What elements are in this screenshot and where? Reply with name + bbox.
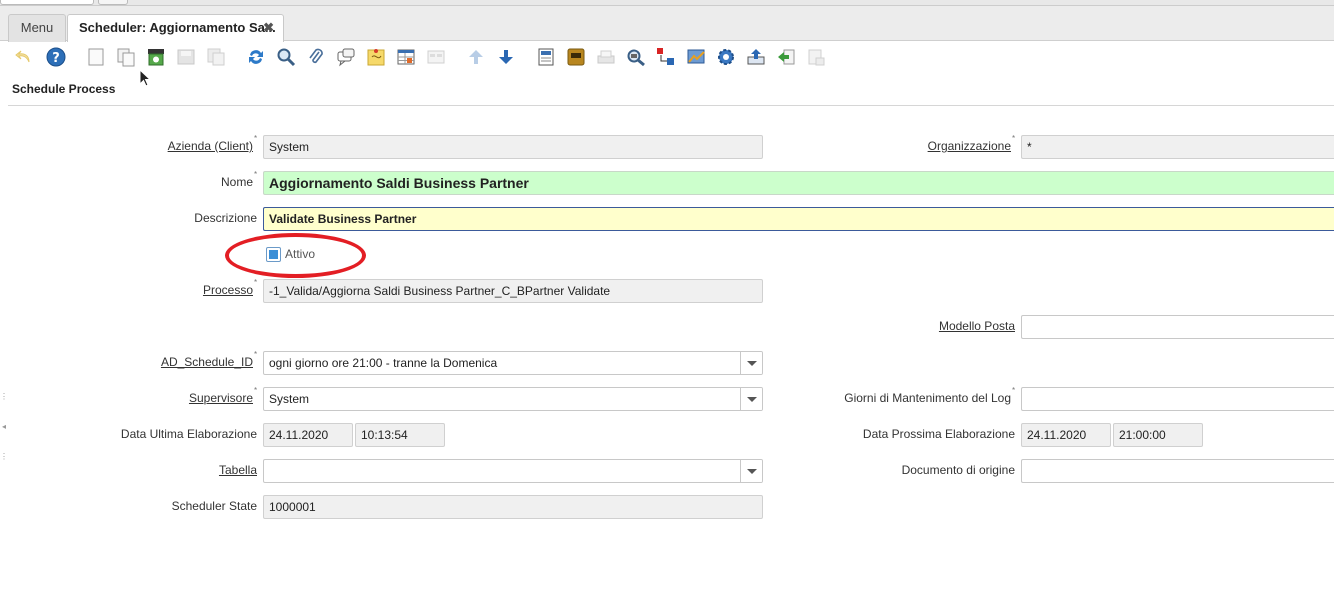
schedule-label[interactable]: AD_Schedule_ID — [100, 351, 253, 374]
table-label[interactable]: Tabella — [100, 459, 257, 482]
scheduler-state-label: Scheduler State — [171, 499, 257, 513]
splitter-handle[interactable]: ⋮ — [0, 392, 8, 401]
svg-text:?: ? — [52, 51, 60, 66]
undo-icon[interactable] — [13, 46, 35, 68]
keep-log-field[interactable] — [1021, 387, 1334, 411]
org-field[interactable]: * — [1021, 135, 1334, 159]
chevron-down-icon[interactable] — [740, 352, 762, 374]
save-new-icon[interactable] — [205, 46, 227, 68]
supervisor-dropdown[interactable]: System — [263, 387, 763, 411]
postit-icon[interactable] — [365, 46, 387, 68]
export-icon[interactable] — [745, 46, 767, 68]
import-icon[interactable] — [775, 46, 797, 68]
source-doc-label: Documento di origine — [901, 463, 1015, 477]
grid-toggle-icon[interactable] — [395, 46, 417, 68]
schedule-required-marker: * — [254, 350, 258, 359]
tab-scheduler-label: Scheduler: Aggiornamento Sa... — [79, 20, 276, 35]
toolbar: ? — [0, 42, 1334, 76]
schedule-dropdown[interactable]: ogni giorno ore 21:00 - tranne la Domeni… — [263, 351, 763, 375]
client-label[interactable]: Azienda (Client) — [100, 135, 253, 158]
new-record-icon[interactable] — [85, 46, 107, 68]
name-label: Nome — [220, 175, 253, 189]
chat-icon[interactable] — [335, 46, 357, 68]
attachment-icon[interactable] — [305, 46, 327, 68]
client-field[interactable]: System — [263, 135, 763, 159]
top-strip-tab-b — [98, 0, 128, 5]
next-run-label: Data Prossima Elaborazione — [862, 427, 1015, 441]
next-run-time-field[interactable]: 21:00:00 — [1113, 423, 1203, 447]
close-icon[interactable]: ✖ — [263, 15, 274, 41]
quick-form-icon[interactable] — [805, 46, 827, 68]
keep-log-required-marker: * — [1012, 386, 1016, 395]
prev-record-icon[interactable] — [465, 46, 487, 68]
org-required-marker: * — [1012, 134, 1016, 143]
process-required-marker: * — [254, 278, 258, 287]
active-workflows-icon[interactable] — [655, 46, 677, 68]
report-icon[interactable] — [535, 46, 557, 68]
source-doc-field[interactable] — [1021, 459, 1334, 483]
supervisor-dropdown-value: System — [269, 392, 310, 406]
refresh-icon[interactable] — [245, 46, 267, 68]
scheduler-state-field[interactable]: 1000001 — [263, 495, 763, 519]
mouse-cursor-icon — [139, 68, 152, 90]
zoom-across-icon[interactable] — [625, 46, 647, 68]
supervisor-required-marker: * — [254, 386, 258, 395]
last-run-date-field[interactable]: 24.11.2020 — [263, 423, 353, 447]
chevron-down-icon[interactable] — [740, 388, 762, 410]
name-required-marker: * — [254, 170, 258, 179]
red-annotation-ellipse — [225, 233, 366, 278]
top-strip-tab-a — [0, 0, 94, 5]
save-icon[interactable] — [175, 46, 197, 68]
next-run-date-field[interactable]: 24.11.2020 — [1021, 423, 1111, 447]
mail-template-label[interactable]: Modello Posta — [860, 315, 1015, 338]
keep-log-label: Giorni di Mantenimento del Log — [844, 391, 1011, 405]
tab-bar: Menu Scheduler: Aggiornamento Sa... ✖ — [0, 6, 1334, 42]
mail-template-field[interactable] — [1021, 315, 1334, 339]
help-icon[interactable]: ? — [45, 46, 67, 68]
last-run-time-field[interactable]: 10:13:54 — [355, 423, 445, 447]
process-field[interactable]: -1_Valida/Aggiorna Saldi Business Partne… — [263, 279, 763, 303]
tab-scheduler[interactable]: Scheduler: Aggiornamento Sa... ✖ — [67, 14, 284, 42]
table-dropdown[interactable] — [263, 459, 763, 483]
detail-icon[interactable] — [425, 46, 447, 68]
process-gear-icon[interactable] — [715, 46, 737, 68]
last-run-label: Data Ultima Elaborazione — [120, 427, 257, 441]
process-label[interactable]: Processo — [100, 279, 253, 302]
description-label: Descrizione — [194, 211, 257, 225]
print-icon[interactable] — [595, 46, 617, 68]
chevron-down-icon[interactable] — [740, 460, 762, 482]
tab-menu[interactable]: Menu — [8, 14, 66, 42]
requests-icon[interactable] — [685, 46, 707, 68]
archive-icon[interactable] — [145, 46, 167, 68]
page-title: Schedule Process — [12, 82, 116, 96]
name-field[interactable]: Aggiornamento Saldi Business Partner — [263, 171, 1334, 195]
org-label[interactable]: Organizzazione — [860, 135, 1011, 158]
copy-record-icon[interactable] — [115, 46, 137, 68]
title-separator — [8, 105, 1334, 106]
archived-docs-icon[interactable] — [565, 46, 587, 68]
schedule-dropdown-value: ogni giorno ore 21:00 - tranne la Domeni… — [269, 356, 498, 370]
description-field[interactable]: Validate Business Partner — [263, 207, 1334, 231]
next-record-icon[interactable] — [495, 46, 517, 68]
supervisor-label[interactable]: Supervisore — [100, 387, 253, 410]
client-required-marker: * — [254, 134, 258, 143]
splitter-handle[interactable]: ⋮ — [0, 452, 8, 461]
collapse-left-icon[interactable]: ◂ — [0, 422, 8, 431]
find-icon[interactable] — [275, 46, 297, 68]
